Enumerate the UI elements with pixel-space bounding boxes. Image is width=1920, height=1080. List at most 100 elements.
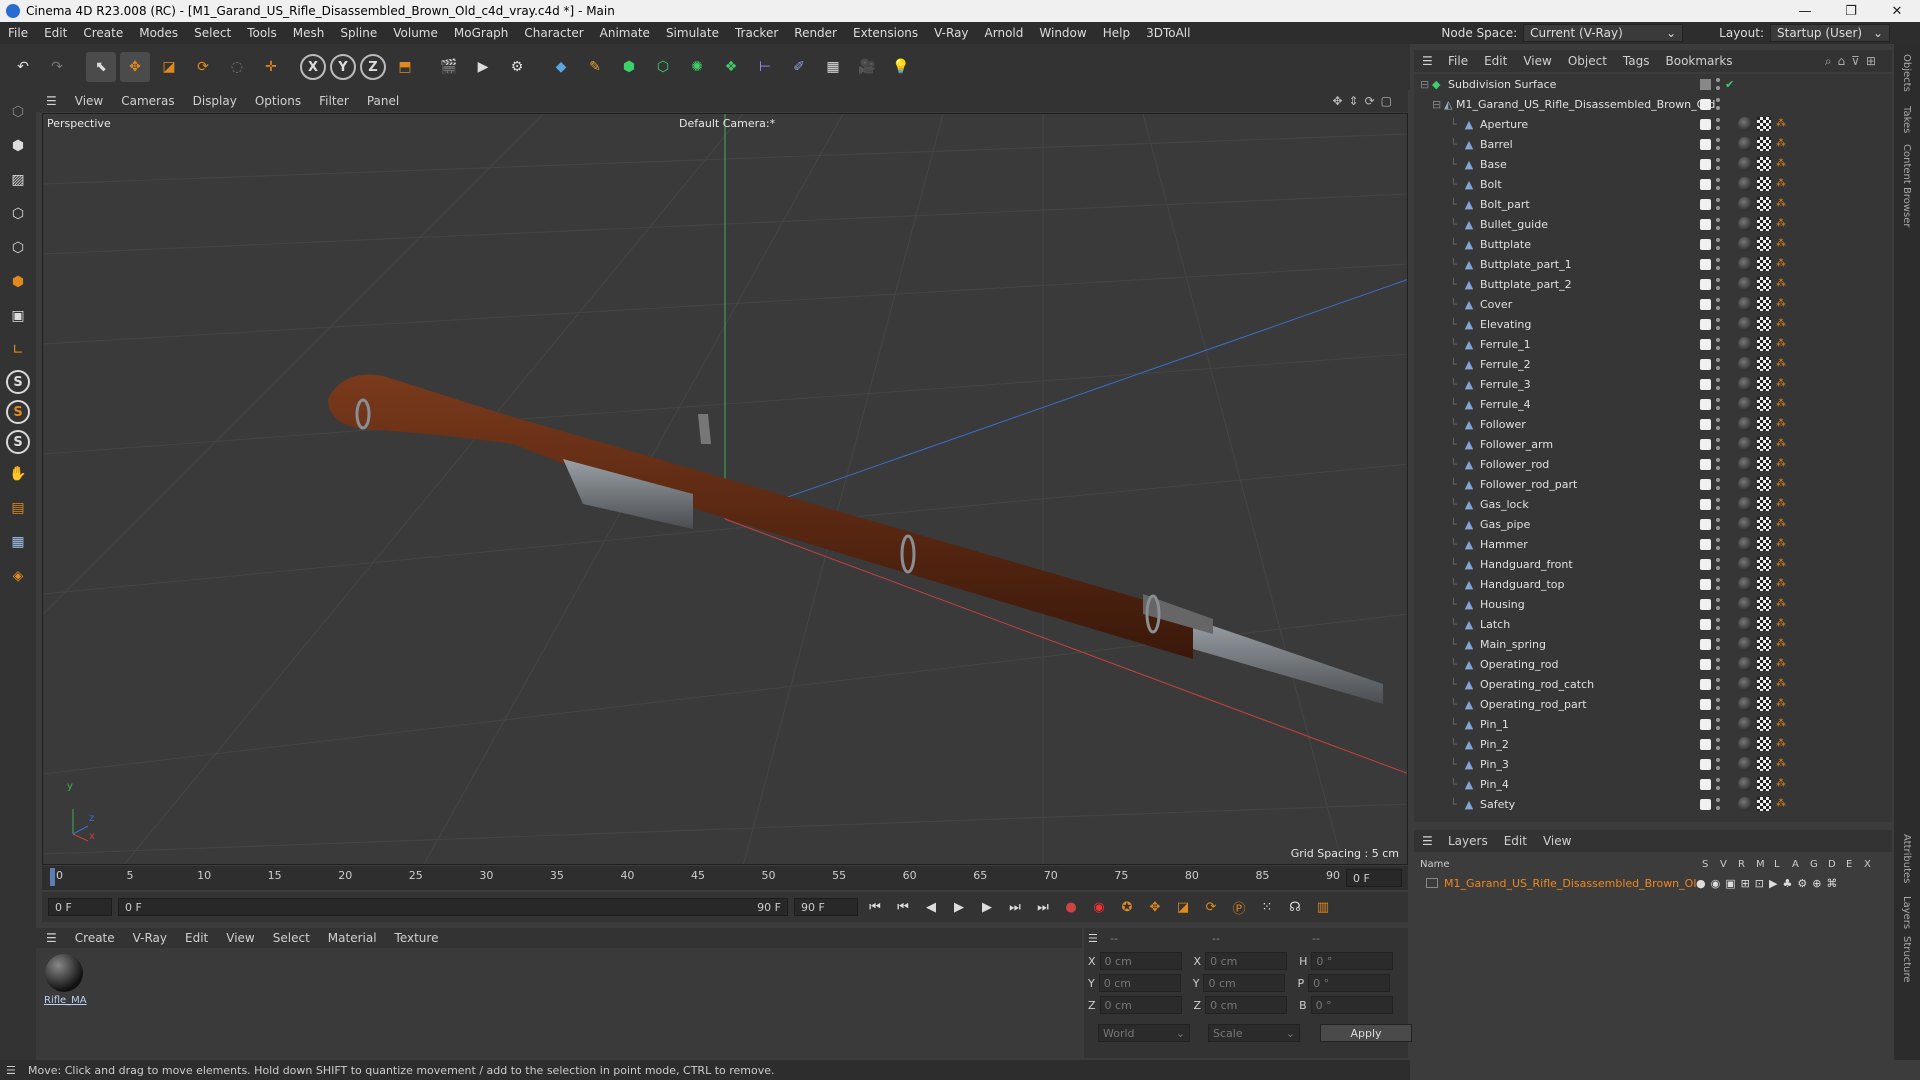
move-tool-icon[interactable]: ✥	[120, 52, 150, 82]
object-row[interactable]: └ ▲ Hammer ⁂	[1414, 534, 1892, 554]
vp-menu-cameras[interactable]: Cameras	[121, 94, 174, 108]
snap-workplane-icon[interactable]: S	[6, 430, 30, 454]
cube-icon[interactable]: ◆	[546, 52, 576, 82]
scale-tool-icon[interactable]: ◪	[154, 52, 184, 82]
selection-tag-icon[interactable]: ⁂	[1776, 298, 1786, 310]
menu-mograph[interactable]: MoGraph	[446, 26, 517, 40]
material-tag-icon[interactable]	[1738, 717, 1752, 731]
visibility-dots-icon[interactable]	[1716, 338, 1720, 350]
menu-extensions[interactable]: Extensions	[845, 26, 926, 40]
om-menu-file[interactable]: File	[1448, 54, 1468, 68]
menu-edit[interactable]: Edit	[36, 26, 75, 40]
visibility-dots-icon[interactable]	[1716, 638, 1720, 650]
layer-toggle-icons[interactable]: ●◉▣⊞⊡▶♣⚙⊕⌘	[1696, 877, 1842, 890]
object-row[interactable]: └ ▲ Follower_rod ⁂	[1414, 454, 1892, 474]
vp-menu-view[interactable]: View	[75, 94, 103, 108]
uvw-tag-icon[interactable]	[1757, 137, 1771, 151]
layer-color-icon[interactable]	[1426, 878, 1438, 888]
mat-menu-vray[interactable]: V-Ray	[133, 931, 167, 945]
visibility-dots-icon[interactable]	[1716, 138, 1720, 150]
layer-color-icon[interactable]	[1700, 218, 1711, 230]
tab-attributes[interactable]: Attributes	[1901, 834, 1912, 883]
edges-mode-icon[interactable]: ⬡	[4, 234, 32, 262]
uvw-tag-icon[interactable]	[1757, 357, 1771, 371]
render-region-icon[interactable]: 🎬	[434, 52, 464, 82]
autokey-icon[interactable]: ◉	[1088, 896, 1110, 918]
size-y-field[interactable]: 0 cm	[1203, 974, 1286, 992]
layer-color-icon[interactable]	[1700, 138, 1711, 150]
material-tag-icon[interactable]	[1738, 397, 1752, 411]
uvw-tag-icon[interactable]	[1757, 737, 1771, 751]
mat-menu-edit[interactable]: Edit	[185, 931, 208, 945]
layer-color-icon[interactable]	[1700, 238, 1711, 250]
object-row[interactable]: └ ▲ Follower ⁂	[1414, 414, 1892, 434]
selection-tag-icon[interactable]: ⁂	[1776, 478, 1786, 490]
selection-tag-icon[interactable]: ⁂	[1776, 498, 1786, 510]
menu-select[interactable]: Select	[186, 26, 239, 40]
selection-tag-icon[interactable]: ⁂	[1776, 758, 1786, 770]
uvw-tag-icon[interactable]	[1757, 757, 1771, 771]
layer-color-icon[interactable]	[1700, 98, 1711, 110]
layer-color-icon[interactable]	[1700, 578, 1711, 590]
select-tool-icon[interactable]: ⬉	[86, 52, 116, 82]
uvw-tag-icon[interactable]	[1757, 577, 1771, 591]
mat-menu-texture[interactable]: Texture	[395, 931, 439, 945]
material-tag-icon[interactable]	[1738, 577, 1752, 591]
end-frame-field[interactable]: 90 F	[794, 898, 858, 916]
menu-arnold[interactable]: Arnold	[977, 26, 1032, 40]
uvw-tag-icon[interactable]	[1757, 717, 1771, 731]
uv-mode-icon[interactable]: ▣	[4, 302, 32, 330]
object-row[interactable]: └ ▲ Gas_lock ⁂	[1414, 494, 1892, 514]
timeline-ruler[interactable]: 0 5 10 15 20 25 30 35 40 45 50 55 60 65 70 75 80 85 90 0 F	[42, 866, 1408, 890]
snap-settings-icon[interactable]: S	[6, 400, 30, 424]
uvw-tag-icon[interactable]	[1757, 317, 1771, 331]
collapse-icon[interactable]: ⊟	[1420, 78, 1432, 91]
uvw-tag-icon[interactable]	[1757, 637, 1771, 651]
hamburger-icon[interactable]: ☰	[1422, 834, 1433, 848]
layer-color-icon[interactable]	[1700, 358, 1711, 370]
menu-volume[interactable]: Volume	[385, 26, 446, 40]
visibility-dots-icon[interactable]	[1716, 218, 1720, 230]
size-z-field[interactable]: 0 cm	[1205, 996, 1288, 1014]
selection-tag-icon[interactable]: ⁂	[1776, 418, 1786, 430]
tab-structure[interactable]: Structure	[1901, 936, 1912, 983]
pos-y-field[interactable]: 0 cm	[1098, 974, 1181, 992]
key-rotation-icon[interactable]: ⟳	[1200, 896, 1222, 918]
om-menu-tags[interactable]: Tags	[1623, 54, 1650, 68]
material-tag-icon[interactable]	[1738, 137, 1752, 151]
om-menu-object[interactable]: Object	[1568, 54, 1607, 68]
uvw-tag-icon[interactable]	[1757, 197, 1771, 211]
menu-vray[interactable]: V-Ray	[926, 26, 976, 40]
rot-p-field[interactable]: 0 °	[1308, 974, 1391, 992]
mat-menu-view[interactable]: View	[226, 931, 254, 945]
texture-mode-icon[interactable]: ▨	[4, 166, 32, 194]
selection-tag-icon[interactable]: ⁂	[1776, 698, 1786, 710]
uvw-tag-icon[interactable]	[1757, 257, 1771, 271]
layer-color-icon[interactable]	[1700, 718, 1711, 730]
object-row[interactable]: └ ▲ Ferrule_1 ⁂	[1414, 334, 1892, 354]
uvw-tag-icon[interactable]	[1757, 337, 1771, 351]
visibility-dots-icon[interactable]	[1716, 798, 1720, 810]
selection-tag-icon[interactable]: ⁂	[1776, 738, 1786, 750]
layer-color-icon[interactable]	[1700, 558, 1711, 570]
menu-animate[interactable]: Animate	[592, 26, 658, 40]
vp-menu-panel[interactable]: Panel	[367, 94, 399, 108]
object-row[interactable]: └ ▲ Latch ⁂	[1414, 614, 1892, 634]
create-tool-icon[interactable]: ✛	[256, 52, 286, 82]
selection-tag-icon[interactable]: ⁂	[1776, 278, 1786, 290]
material-tag-icon[interactable]	[1738, 437, 1752, 451]
object-row[interactable]: └ ▲ Pin_3 ⁂	[1414, 754, 1892, 774]
layer-color-icon[interactable]	[1700, 378, 1711, 390]
tab-content-browser[interactable]: Content Browser	[1901, 144, 1912, 227]
layer-color-icon[interactable]	[1700, 258, 1711, 270]
om-menu-bookmarks[interactable]: Bookmarks	[1666, 54, 1733, 68]
uvw-tag-icon[interactable]	[1757, 157, 1771, 171]
uvw-tag-icon[interactable]	[1757, 397, 1771, 411]
pos-x-field[interactable]: 0 cm	[1099, 952, 1182, 970]
uvw-tag-icon[interactable]	[1757, 117, 1771, 131]
object-row[interactable]: └ ▲ Ferrule_3 ⁂	[1414, 374, 1892, 394]
object-row[interactable]: └ ▲ Buttplate_part_2 ⁂	[1414, 274, 1892, 294]
selection-tag-icon[interactable]: ⁂	[1776, 158, 1786, 170]
selection-tag-icon[interactable]: ⁂	[1776, 778, 1786, 790]
layer-color-icon[interactable]	[1700, 518, 1711, 530]
